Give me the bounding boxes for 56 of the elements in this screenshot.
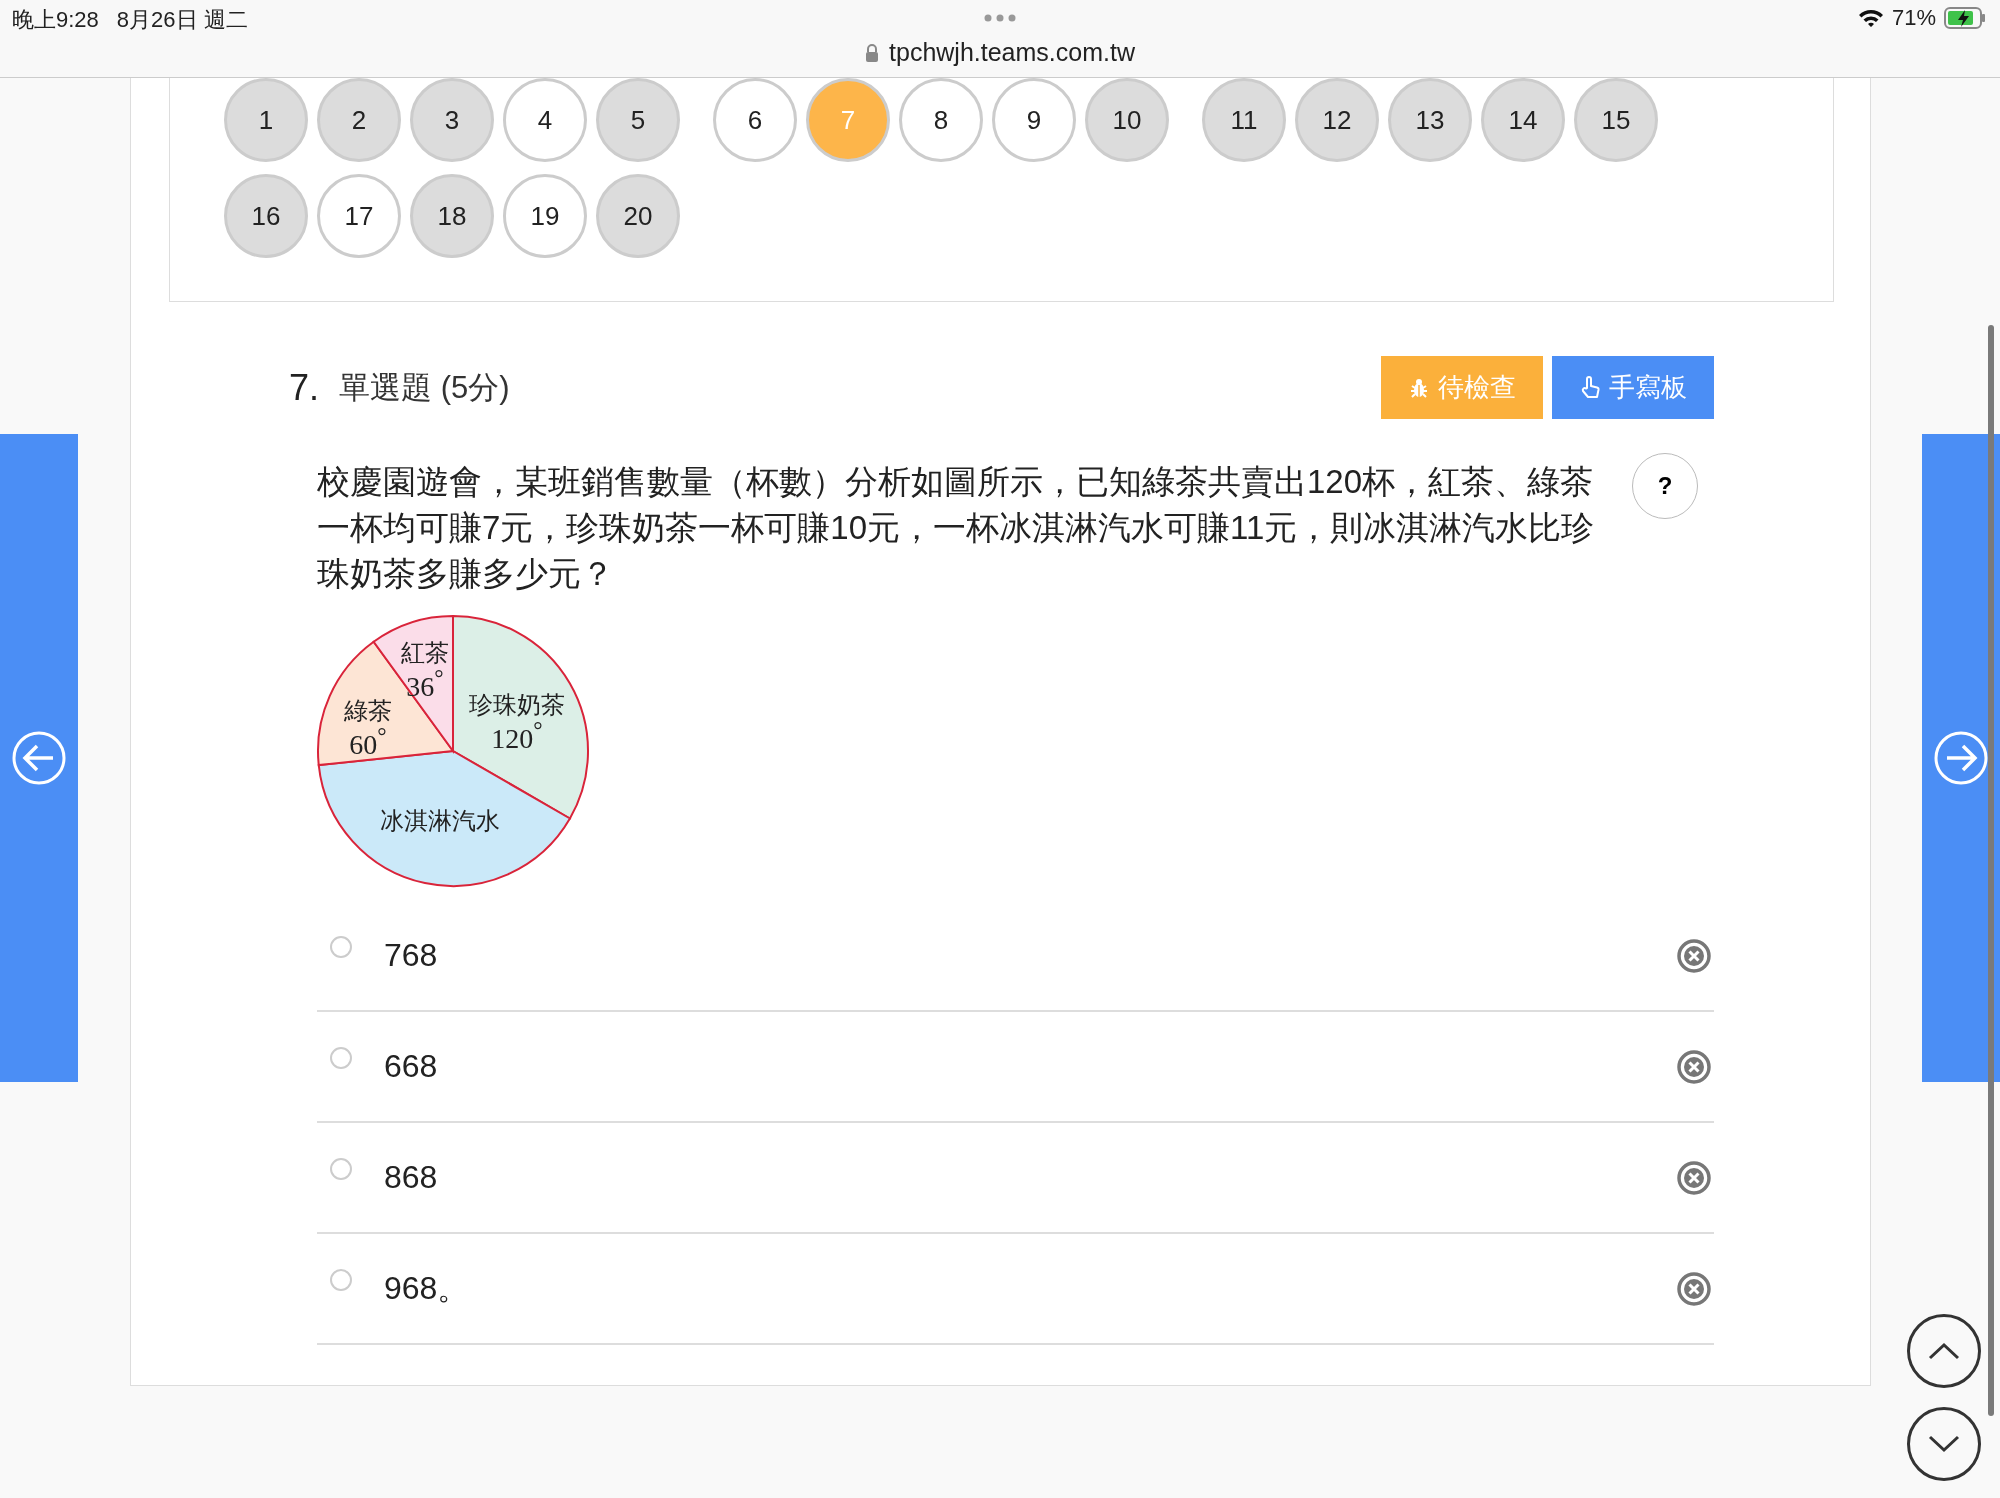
option-text[interactable]: 668 — [384, 1048, 438, 1085]
question-text: 校慶園遊會，某班銷售數量（杯數）分析如圖所示，已知綠茶共賣出120杯，紅茶、綠茶一杯均可賺7元，珍珠奶茶一杯可賺10元，一杯冰淇淋汽水可賺11元，則冰淇淋汽水比珍珠奶茶多賺多少元？ — [317, 462, 1596, 594]
eliminate-icon[interactable] — [1676, 1159, 1712, 1196]
question-number-button[interactable]: 4 — [503, 78, 587, 162]
question-number-button[interactable]: 14 — [1481, 78, 1565, 162]
question-number-button[interactable]: 1 — [224, 78, 308, 162]
next-question-panel[interactable] — [1922, 434, 2000, 1082]
eliminate-icon[interactable] — [1676, 1048, 1712, 1085]
question-number-button[interactable]: 15 — [1574, 78, 1658, 162]
help-button[interactable]: ? — [1632, 453, 1698, 519]
wifi-icon — [1857, 8, 1884, 28]
lock-icon — [865, 43, 880, 62]
radio-button[interactable] — [330, 1157, 352, 1180]
question-number-button[interactable]: 12 — [1295, 78, 1379, 162]
question-number-button[interactable]: 16 — [224, 174, 308, 258]
question-number-button[interactable]: 13 — [1388, 78, 1472, 162]
battery-icon — [1944, 7, 1986, 29]
chevron-down-icon — [1927, 1434, 1961, 1454]
slice-angle: 120$^{°}$ — [491, 717, 543, 754]
question-number-button[interactable]: 6 — [713, 78, 797, 162]
url-text[interactable]: tpchwjh.teams.com.tw — [889, 38, 1135, 67]
eliminate-icon[interactable] — [1676, 937, 1712, 974]
chevron-up-icon — [1927, 1341, 1961, 1361]
question-number-button[interactable]: 2 — [317, 78, 401, 162]
question-number-button[interactable]: 17 — [317, 174, 401, 258]
question-number-button[interactable]: 8 — [899, 78, 983, 162]
radio-button[interactable] — [330, 1046, 352, 1069]
slice-label: 珍珠奶茶 — [469, 692, 565, 718]
option-text[interactable]: 968。 — [384, 1266, 470, 1311]
question-number-button[interactable]: 18 — [410, 174, 494, 258]
slice-label: 冰淇淋汽水 — [380, 809, 500, 835]
battery-percent: 71% — [1891, 5, 1936, 31]
bug-icon — [1408, 376, 1430, 399]
question-number-button[interactable]: 10 — [1085, 78, 1169, 162]
slice-label: 紅茶 — [401, 640, 449, 666]
slice-angle: 60$^{°}$ — [349, 723, 387, 760]
hand-pointer-icon — [1579, 375, 1601, 400]
slice-angle: 36$^{°}$ — [406, 665, 444, 702]
radio-button[interactable] — [330, 1268, 352, 1291]
question-type: 單選題 (5分) — [339, 368, 510, 407]
question-number-button[interactable]: 20 — [596, 174, 680, 258]
question-number-button[interactable]: 9 — [992, 78, 1076, 162]
question-number-button[interactable]: 19 — [503, 174, 587, 258]
status-date: 8月26日 週二 — [116, 6, 248, 34]
more-icon[interactable] — [984, 14, 1016, 22]
scrollbar[interactable] — [1988, 325, 1994, 1416]
radio-button[interactable] — [330, 935, 352, 958]
option-text[interactable]: 868 — [384, 1159, 438, 1196]
status-time: 晚上9:28 — [12, 6, 99, 34]
eliminate-icon[interactable] — [1676, 1270, 1712, 1307]
question-number-button[interactable]: 5 — [596, 78, 680, 162]
question-number-button[interactable]: 11 — [1202, 78, 1286, 162]
question-number: 7. — [289, 366, 320, 409]
option-text[interactable]: 768 — [384, 937, 438, 974]
question-number-button[interactable]: 3 — [410, 78, 494, 162]
slice-label: 綠茶 — [344, 698, 392, 724]
